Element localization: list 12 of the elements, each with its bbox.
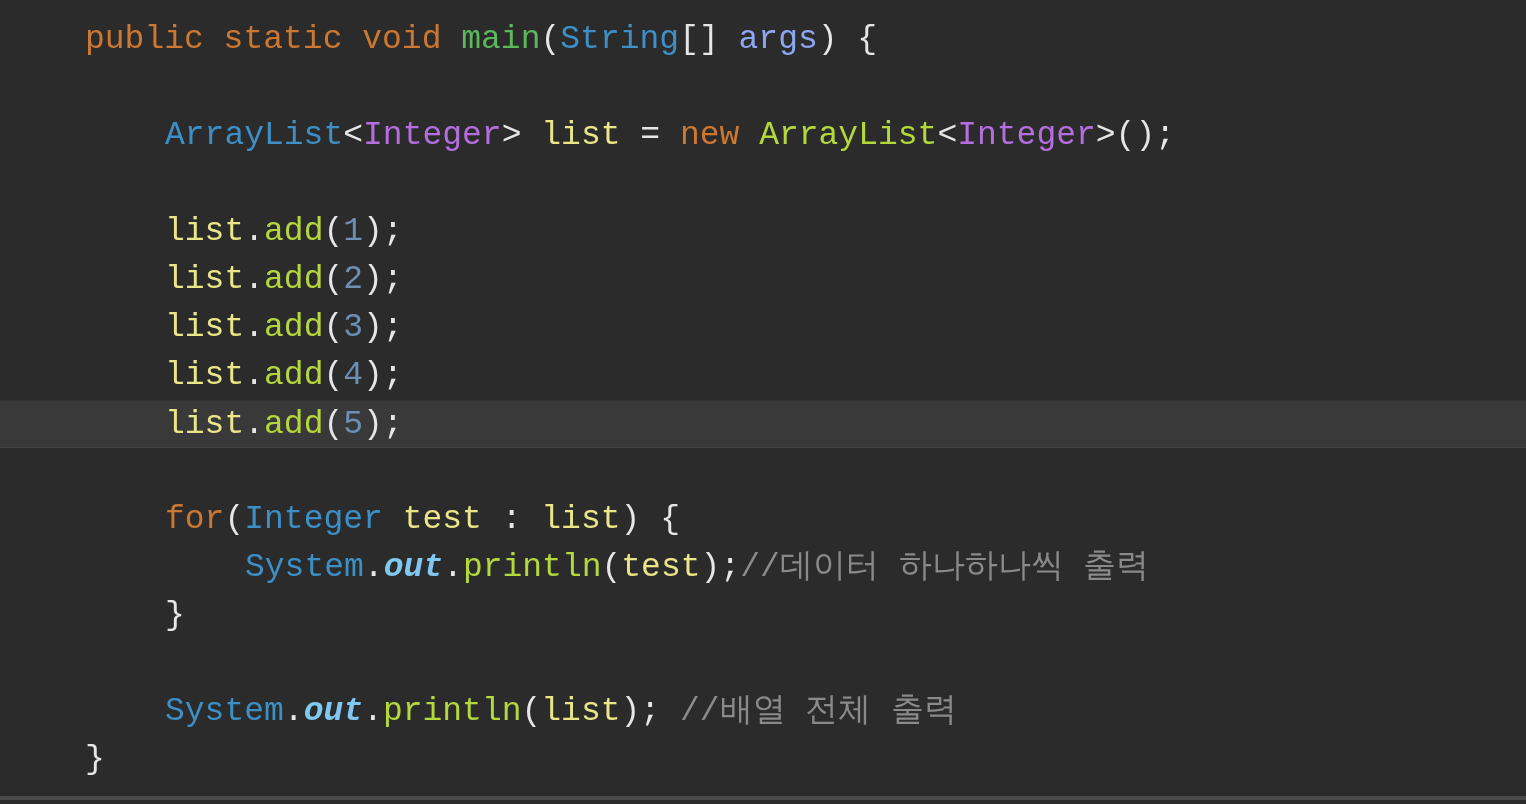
code-line: for(Integer test : list) { [165, 500, 680, 540]
code-line: list.add(4); [165, 356, 403, 396]
code-line: list.add(3); [165, 308, 403, 348]
code-line: list.add(2); [165, 260, 403, 300]
code-line: list.add(1); [165, 212, 403, 252]
code-line: } [85, 740, 105, 780]
code-line: ArrayList<Integer> list = new ArrayList<Integer>(); [165, 116, 1176, 156]
code-line: System.out.println(test);//데이터 하나하나씩 출력 [245, 548, 1150, 588]
code-line: public static void main(String[] args) { [85, 20, 878, 60]
code-line: list.add(5); [165, 405, 403, 445]
code-line: System.out.println(list); //배열 전체 출력 [165, 692, 958, 732]
code-line: } [165, 596, 185, 636]
